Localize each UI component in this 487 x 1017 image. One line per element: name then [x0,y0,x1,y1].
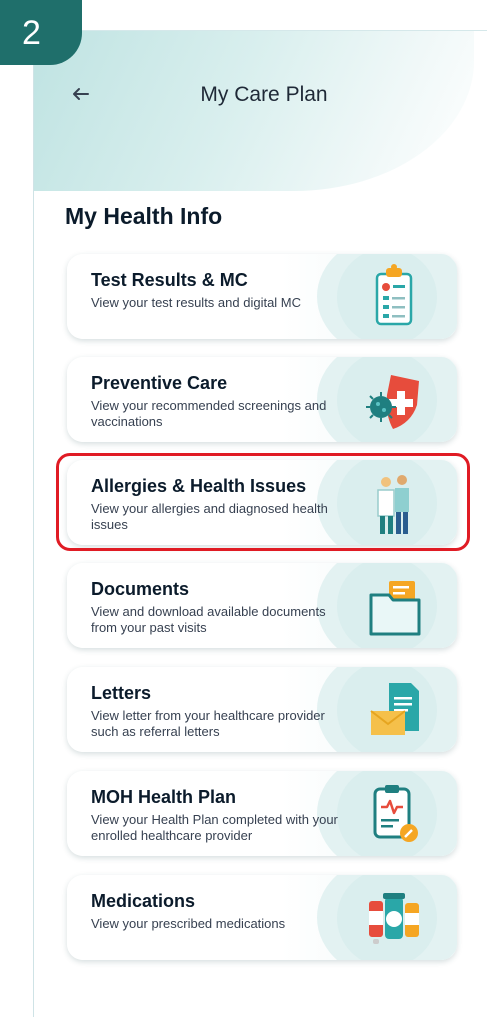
card-title: Letters [91,683,152,703]
card-title: Preventive Care [91,373,228,393]
card-title: Medications [91,891,196,911]
card-description: View your recommended screenings and vac… [91,398,327,429]
highlight-box [56,453,470,551]
card-description: View your prescribed medications [91,916,286,931]
card-medications[interactable]: Medications View your prescribed medicat… [67,875,457,960]
health-plan-clipboard-icon [373,785,418,842]
envelope-document-icon [370,683,419,735]
card-title: Documents [91,579,190,599]
card-description: View your Health Plan completed with you… [91,812,338,843]
step-number: 2 [22,14,41,52]
section-title: My Health Info [65,203,223,229]
card-title: MOH Health Plan [91,787,237,807]
medicine-bottles-icon [369,893,419,944]
virus-shield-icon [366,375,419,429]
app-header: My Care Plan [34,31,474,191]
card-title: Test Results & MC [91,270,248,290]
folder-icon [369,581,421,636]
card-test-results[interactable]: Test Results & MC View your test results… [67,254,457,339]
page-title: My Care Plan [200,83,328,106]
card-preventive-care[interactable]: Preventive Care View your recommended sc… [67,357,457,442]
card-description: View letter from your healthcare provide… [91,708,325,739]
card-documents[interactable]: Documents View and download available do… [67,563,457,648]
card-description: View and download available documents fr… [91,604,326,635]
clipboard-icon [375,264,413,326]
card-moh-health-plan[interactable]: MOH Health Plan View your Health Plan co… [67,771,457,856]
step-badge: 2 [0,0,82,65]
card-description: View your test results and digital MC [91,295,302,310]
card-letters[interactable]: Letters View letter from your healthcare… [67,667,457,752]
